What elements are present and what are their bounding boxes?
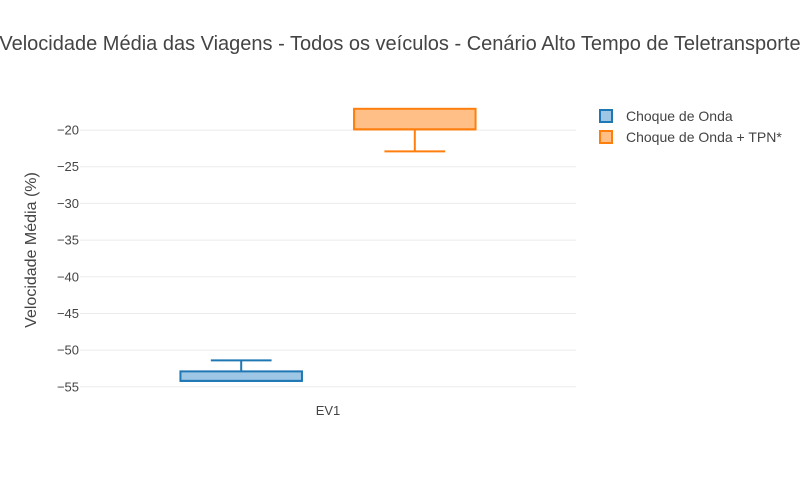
box-choque-de-onda-tpn [353,107,477,153]
chart-title: Velocidade Média das Viagens - Todos os … [0,33,800,55]
legend-swatch [599,130,613,144]
y-tick-label: −20 [57,123,79,138]
y-tick-label: −35 [57,233,79,248]
box-body [353,107,477,131]
legend-label: Choque de Onda + TPN* [626,129,782,145]
legend-swatch [599,109,613,123]
y-tick-label: −40 [57,269,79,284]
box-body [179,370,303,382]
y-axis-title: Velocidade Média (%) [23,172,40,328]
legend-item[interactable]: Choque de Onda [599,108,733,124]
x-tick-label: EV1 [316,403,341,418]
box-series [179,107,477,382]
box-chart: Velocidade Média das Viagens - Todos os … [0,33,800,418]
x-axis-ticks: EV1 [316,403,341,418]
y-tick-label: −55 [57,379,79,394]
box-choque-de-onda [179,359,303,382]
y-tick-label: −25 [57,159,79,174]
y-tick-label: −30 [57,196,79,211]
legend-item[interactable]: Choque de Onda + TPN* [599,129,782,145]
y-axis-ticks: −20 −25 −30 −35 −40 −45 −50 −55 [57,123,79,395]
gridlines [80,129,576,388]
legend[interactable]: Choque de Onda Choque de Onda + TPN* [599,108,782,145]
y-tick-label: −50 [57,343,79,358]
y-tick-label: −45 [57,306,79,321]
legend-label: Choque de Onda [626,108,733,124]
